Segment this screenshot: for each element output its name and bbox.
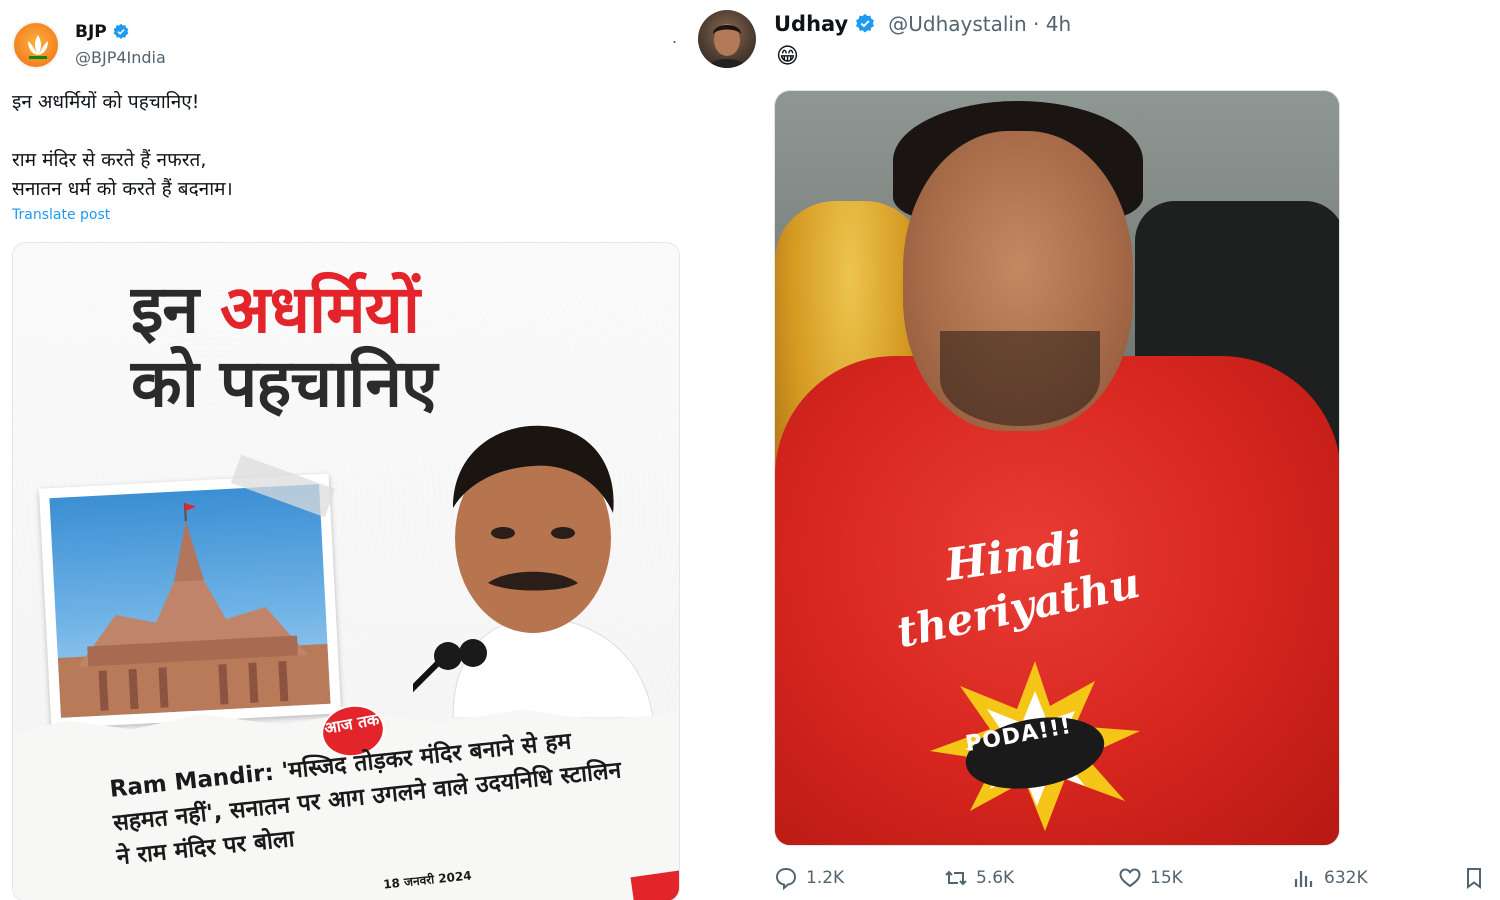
tweet-media-image[interactable]: इन अधर्मियों को पहचानिए आज तक Ram Mandir… xyxy=(12,242,680,900)
grin-emoji: 😁 xyxy=(776,44,799,69)
temple-photo xyxy=(38,473,342,729)
repost-count: 5.6K xyxy=(976,868,1015,888)
verified-badge-icon xyxy=(113,23,129,39)
tweet-text: इन अधर्मियों को पहचानिए! राम मंदिर से कर… xyxy=(12,91,233,200)
views-icon xyxy=(1294,871,1313,887)
like-count: 15K xyxy=(1150,868,1183,888)
more-menu[interactable]: . xyxy=(672,28,677,47)
author-handle[interactable]: @BJP4India xyxy=(75,48,166,67)
left-tweet: BJP @BJP4India . इन अधर्मियों को पहचानिए… xyxy=(0,0,690,900)
lotus-logo-icon xyxy=(28,35,48,59)
repost-icon xyxy=(945,870,967,886)
headline-line-2: को पहचानिए xyxy=(131,345,438,422)
beard xyxy=(940,331,1100,426)
udhay-avatar[interactable] xyxy=(698,10,756,68)
views-count: 632K xyxy=(1324,868,1368,888)
repost-button[interactable]: 5.6K xyxy=(944,866,1014,890)
comic-burst-graphic xyxy=(930,661,1140,831)
author-handle-time[interactable]: @Udhaystalin · 4h xyxy=(888,12,1071,36)
tweet-action-bar: 1.2K 5.6K 15K 632K xyxy=(774,866,1490,896)
temple-illustration xyxy=(57,503,331,718)
like-icon xyxy=(1119,868,1141,888)
speaker-photo xyxy=(413,425,654,718)
bjp-avatar[interactable] xyxy=(12,21,60,69)
right-tweet: Udhay @Udhaystalin · 4h 😁 Hindi theriyat… xyxy=(690,0,1500,900)
headline-word-black: इन xyxy=(131,271,199,348)
reply-count: 1.2K xyxy=(806,868,845,888)
avatar-face xyxy=(708,24,746,68)
headline-word-red: अधर्मियों xyxy=(220,271,420,348)
media-headline: इन अधर्मियों को पहचानिए xyxy=(131,271,438,422)
reply-icon xyxy=(775,867,797,890)
verified-badge-icon xyxy=(856,13,875,33)
views-button[interactable]: 632K xyxy=(1292,866,1368,890)
bookmark-icon xyxy=(1467,868,1481,889)
translate-post-link[interactable]: Translate post xyxy=(12,207,110,223)
like-button[interactable]: 15K xyxy=(1118,866,1183,890)
reply-button[interactable]: 1.2K xyxy=(774,866,844,890)
tweet-media-photo[interactable]: Hindi theriyathu PODA!!! xyxy=(774,90,1340,846)
left-author-row: BJP xyxy=(75,22,130,42)
right-author-row: Udhay @Udhaystalin · 4h xyxy=(774,12,1071,36)
author-name[interactable]: Udhay xyxy=(774,12,848,36)
author-name[interactable]: BJP xyxy=(75,22,107,42)
bookmark-button[interactable] xyxy=(1462,866,1486,890)
